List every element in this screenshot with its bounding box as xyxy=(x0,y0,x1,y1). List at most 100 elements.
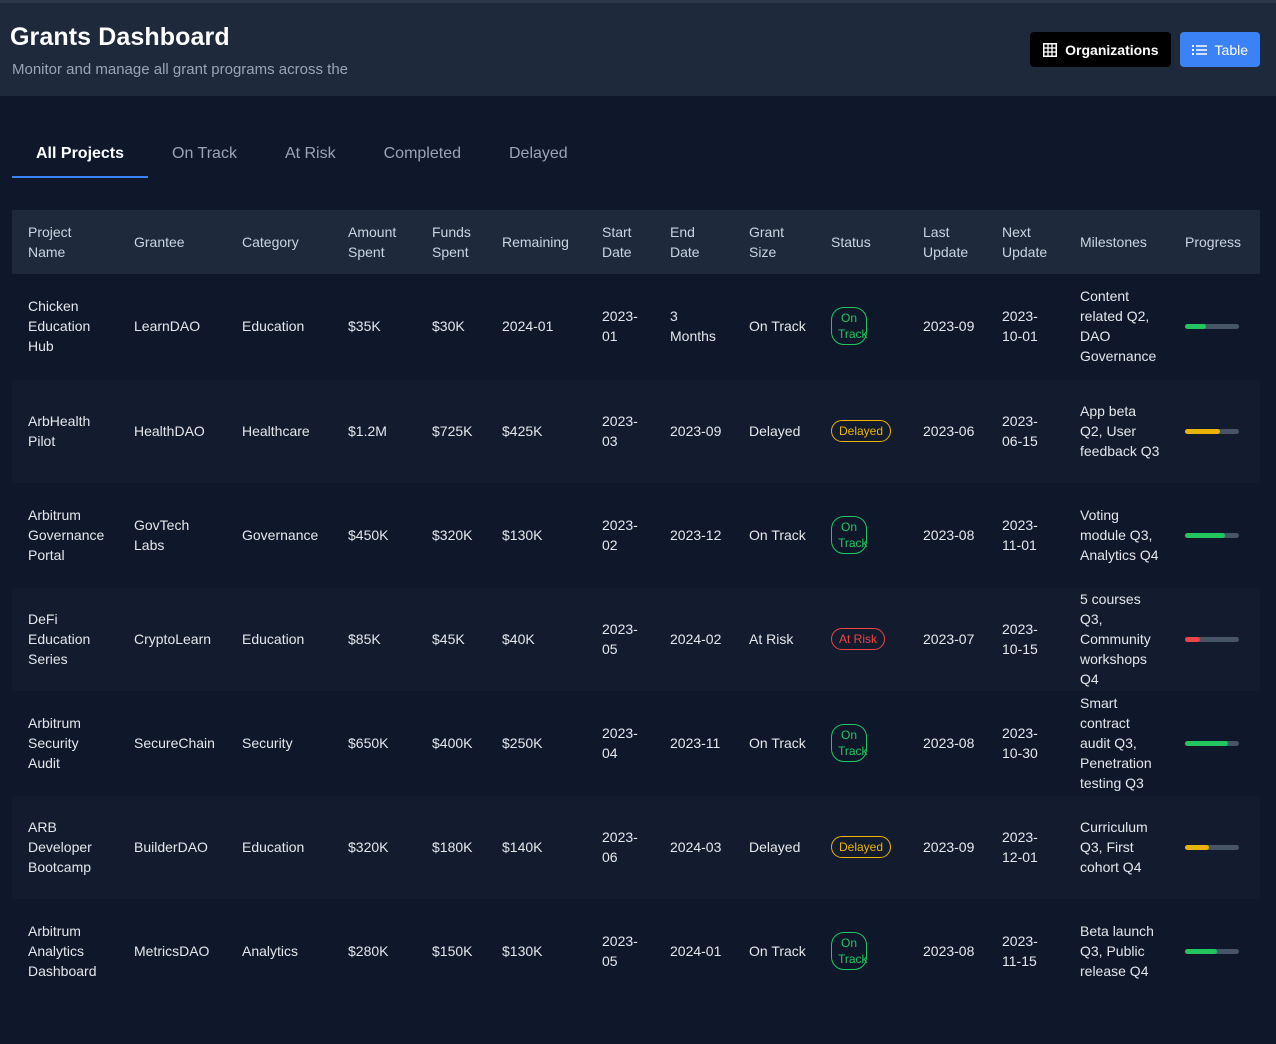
column-header[interactable]: Amount Spent xyxy=(332,210,416,274)
table-row[interactable]: ARB Developer Bootcamp BuilderDAO Educatio… xyxy=(12,795,1260,900)
progress-cell xyxy=(1169,795,1260,900)
progress-bar xyxy=(1185,844,1239,850)
remaining-cell: 2024-01 xyxy=(486,274,586,380)
next-update-cell: 2023-11-15 xyxy=(986,899,1064,1004)
funds-spent-cell: $30K xyxy=(416,274,486,380)
status-badge: On Track xyxy=(831,724,868,762)
table-row[interactable]: Chicken Education Hub LearnDAO Education $3… xyxy=(12,274,1260,380)
progress-bar-fill xyxy=(1185,636,1201,642)
column-header[interactable]: Remaining xyxy=(486,210,586,274)
last-update-cell: 2023-08 xyxy=(907,691,986,796)
table-row[interactable]: Arbitrum Security Audit SecureChain Securi… xyxy=(12,691,1260,796)
tab-all-projects[interactable]: All Projects xyxy=(12,145,149,178)
grantee-cell: LearnDAO xyxy=(118,274,226,380)
column-header[interactable]: Start Date xyxy=(586,210,654,274)
progress-bar xyxy=(1185,740,1239,746)
last-update-cell: 2023-08 xyxy=(907,483,986,588)
grid-icon xyxy=(1043,42,1058,57)
milestones-cell: 5 courses Q3, Community workshops Q4 xyxy=(1064,587,1169,692)
column-header[interactable]: Status xyxy=(815,210,907,274)
grantee-cell: GovTech Labs xyxy=(118,483,226,588)
remaining-cell: $40K xyxy=(486,587,586,692)
milestones-cell: Smart contract audit Q3, Penetration tes… xyxy=(1064,691,1169,796)
funds-spent-cell: $725K xyxy=(416,379,486,484)
remaining-cell: $425K xyxy=(486,379,586,484)
progress-bar-fill xyxy=(1185,323,1206,329)
milestones-cell: Content related Q2, DAO Governance xyxy=(1064,274,1169,380)
progress-bar-fill xyxy=(1185,428,1221,434)
status-badge: On Track xyxy=(831,307,868,346)
amount-spent-cell: $1.2M xyxy=(332,379,416,484)
column-header[interactable]: Category xyxy=(226,210,332,274)
progress-bar xyxy=(1185,323,1239,329)
tab-at-risk[interactable]: At Risk xyxy=(261,145,360,178)
grants-table: Project Name Grantee Category Amount Spe… xyxy=(12,210,1260,1004)
next-update-cell: 2023-06-15 xyxy=(986,379,1064,484)
column-header[interactable]: Next Update xyxy=(986,210,1064,274)
tab-on-track[interactable]: On Track xyxy=(148,145,261,178)
status-cell: Delayed xyxy=(815,795,907,900)
grants-table-container: Project Name Grantee Category Amount Spe… xyxy=(12,210,1260,1004)
grant-size-cell: Delayed xyxy=(733,795,815,900)
funds-spent-cell: $150K xyxy=(416,899,486,1004)
table-button[interactable]: Table xyxy=(1179,32,1260,67)
table-button-label: Table xyxy=(1214,41,1248,58)
start-date-cell: 2023-04 xyxy=(586,691,654,796)
column-header[interactable]: Last Update xyxy=(907,210,986,274)
progress-cell xyxy=(1169,587,1260,692)
progress-bar xyxy=(1185,636,1239,642)
column-header[interactable]: Milestones xyxy=(1064,210,1169,274)
amount-spent-cell: $280K xyxy=(332,899,416,1004)
table-row[interactable]: Arbitrum Governance Portal GovTech Labs Go… xyxy=(12,483,1260,588)
organizations-button-label: Organizations xyxy=(1065,41,1159,58)
column-header[interactable]: End Date xyxy=(654,210,733,274)
milestones-cell: Curriculum Q3, First cohort Q4 xyxy=(1064,795,1169,900)
table-header-row: Project Name Grantee Category Amount Spe… xyxy=(12,210,1260,274)
page-subtitle: Monitor and manage all grant programs ac… xyxy=(12,61,349,78)
tab-completed[interactable]: Completed xyxy=(360,145,485,178)
next-update-cell: 2023-11-01 xyxy=(986,483,1064,588)
funds-spent-cell: $320K xyxy=(416,483,486,588)
amount-spent-cell: $320K xyxy=(332,795,416,900)
header-text: Grants Dashboard Monitor and manage all … xyxy=(10,23,348,78)
amount-spent-cell: $650K xyxy=(332,691,416,796)
column-header[interactable]: Progress xyxy=(1169,210,1260,274)
status-cell: On Track xyxy=(815,483,907,588)
column-header[interactable]: Grant Size xyxy=(733,210,815,274)
end-date-cell: 2024-01 xyxy=(654,899,733,1004)
table-row[interactable]: ArbHealth Pilot HealthDAO Healthcare $1.2M $… xyxy=(12,379,1260,484)
funds-spent-cell: $180K xyxy=(416,795,486,900)
table-row[interactable]: DeFi Education Series CryptoLearn Educatio… xyxy=(12,587,1260,692)
status-cell: At Risk xyxy=(815,587,907,692)
start-date-cell: 2023-05 xyxy=(586,899,654,1004)
progress-bar xyxy=(1185,532,1239,538)
grantee-cell: BuilderDAO xyxy=(118,795,226,900)
progress-cell xyxy=(1169,691,1260,796)
next-update-cell: 2023-10-15 xyxy=(986,587,1064,692)
grantee-cell: CryptoLearn xyxy=(118,587,226,692)
remaining-cell: $130K xyxy=(486,483,586,588)
milestones-cell: App beta Q2, User feedback Q3 xyxy=(1064,379,1169,484)
status-badge: At Risk xyxy=(831,628,886,650)
tab-delayed[interactable]: Delayed xyxy=(485,145,592,178)
funds-spent-cell: $45K xyxy=(416,587,486,692)
status-tabs: All Projects On Track At Risk Completed … xyxy=(12,132,1276,178)
last-update-cell: 2023-09 xyxy=(907,795,986,900)
column-header[interactable]: Grantee xyxy=(118,210,226,274)
project-name-cell: ArbHealth Pilot xyxy=(12,379,118,484)
progress-cell xyxy=(1169,899,1260,1004)
remaining-cell: $130K xyxy=(486,899,586,1004)
category-cell: Analytics xyxy=(226,899,332,1004)
organizations-button[interactable]: Organizations xyxy=(1030,32,1171,67)
status-cell: Delayed xyxy=(815,379,907,484)
column-header[interactable]: Funds Spent xyxy=(416,210,486,274)
milestones-cell: Voting module Q3, Analytics Q4 xyxy=(1064,483,1169,588)
category-cell: Education xyxy=(226,274,332,380)
start-date-cell: 2023-01 xyxy=(586,274,654,380)
table-row[interactable]: Arbitrum Analytics Dashboard MetricsDAO An… xyxy=(12,899,1260,1004)
status-cell: On Track xyxy=(815,899,907,1004)
column-header[interactable]: Project Name xyxy=(12,210,118,274)
list-icon xyxy=(1191,44,1207,55)
last-update-cell: 2023-06 xyxy=(907,379,986,484)
start-date-cell: 2023-03 xyxy=(586,379,654,484)
